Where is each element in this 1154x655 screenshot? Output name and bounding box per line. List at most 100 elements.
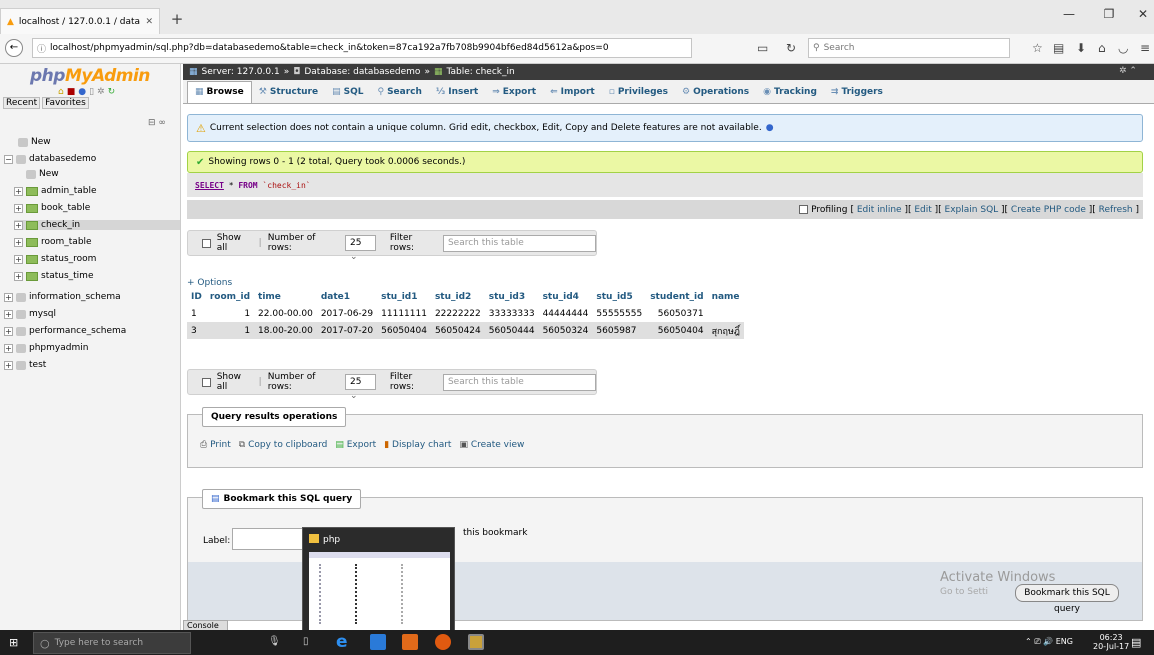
home-icon[interactable]: ⌂ [1098,41,1106,55]
export-link[interactable]: ▤ Export [335,440,376,450]
column-header-name[interactable]: name [708,288,744,305]
library-icon[interactable]: ▤ [1053,41,1064,55]
favorites-tab[interactable]: Favorites [42,97,89,109]
tab-triggers[interactable]: ⇉ Triggers [824,81,890,103]
breadcrumb-table[interactable]: Table: check_in [446,67,514,77]
tree-new-db[interactable]: New [18,137,51,147]
settings-gear-icon[interactable]: ✲ ⌃ [1119,66,1137,76]
home-icon[interactable]: ⌂ [58,87,64,97]
menu-icon[interactable]: ≡ [1140,41,1150,55]
tab-insert[interactable]: ⅓ Insert [429,81,485,103]
tree-db-information_schema[interactable]: + information_schema [4,292,121,302]
tree-db-performance_schema[interactable]: + performance_schema [4,326,126,336]
breadcrumb-database[interactable]: Database: databasedemo [304,67,420,77]
expand-icon[interactable]: + [14,237,23,247]
microphone-icon[interactable]: 🎙 [268,636,281,647]
options-link[interactable]: + Options [187,278,232,288]
browser-tab[interactable]: ▲ localhost / 127.0.0.1 / datab: ✕ [0,8,160,34]
minimize-button[interactable]: — [1052,4,1086,24]
expand-icon[interactable]: + [14,254,23,264]
rows-select[interactable]: 25 ⌄ [345,235,376,262]
collapse-icon[interactable]: − [4,154,13,164]
download-icon[interactable]: ⬇ [1076,41,1086,55]
settings-icon[interactable]: ✲ [97,87,105,97]
bookmark-star-icon[interactable]: ☆ [1032,41,1043,55]
taskbar-search[interactable]: ○ Type here to search [33,632,191,654]
tree-table-check_in[interactable]: + check_in [14,220,180,230]
tree-db-mysql[interactable]: + mysql [4,309,56,319]
column-header-stu_id1[interactable]: stu_id1 [377,288,431,305]
new-tab-button[interactable]: + [168,10,186,28]
print-link[interactable]: ⎙ Print [200,440,231,450]
tab-tracking[interactable]: ◉ Tracking [756,81,824,103]
volume-icon[interactable]: 🔊 [1043,637,1053,646]
reader-view-icon[interactable]: ▭ [757,41,768,55]
tree-table-admin_table[interactable]: + admin_table [14,186,97,196]
store-icon[interactable] [370,634,386,650]
profiling-link[interactable]: Edit inline [857,205,902,215]
expand-icon[interactable]: + [4,343,13,353]
phpmyadmin-logo[interactable]: phpMyAdmin [30,66,150,86]
tab-privileges[interactable]: ▫ Privileges [602,81,675,103]
expand-icon[interactable]: + [14,186,23,196]
sql-keyword-select[interactable]: SELECT [195,181,224,190]
tray-up-icon[interactable]: ⌃ [1025,637,1032,646]
tab-browse[interactable]: ▦ Browse [187,80,252,103]
tab-search[interactable]: ⚲ Search [370,81,428,103]
logout-icon[interactable]: ■ [67,87,76,97]
tree-table-book_table[interactable]: + book_table [14,203,90,213]
sql-keyword-from[interactable]: FROM [238,181,257,190]
bookmark-submit-button[interactable]: Bookmark this SQL query [1015,584,1119,614]
tab-operations[interactable]: ⚙ Operations [675,81,756,103]
column-header-ID[interactable]: ID [187,288,206,305]
taskbar-clock[interactable]: 06:23 20-Jul-17 [1093,633,1129,651]
info-icon[interactable]: ⓘ [37,42,46,55]
help-icon[interactable]: ● [766,123,774,133]
tab-export[interactable]: ⇒ Export [485,81,543,103]
tab-sql[interactable]: ▤ SQL [325,81,370,103]
profiling-link[interactable]: Edit [914,205,931,215]
chart-link[interactable]: ▮ Display chart [384,440,451,450]
expand-icon[interactable]: + [4,360,13,370]
bookmark-label-input[interactable] [232,528,312,550]
collapse-link-icon[interactable]: ⊟ ∞ [148,118,166,128]
notification-icon[interactable]: ▤ [1131,636,1141,649]
url-bar[interactable]: ⓘ localhost/phpmyadmin/sql.php?db=databa… [32,38,692,58]
close-tab-icon[interactable]: ✕ [145,17,153,27]
windows-start-icon[interactable]: ⊞ [9,636,18,649]
maximize-button[interactable]: ❐ [1092,4,1126,24]
tree-table-room_table[interactable]: + room_table [14,237,92,247]
recent-tab[interactable]: Recent [3,97,41,109]
back-icon[interactable]: ← [5,39,23,57]
breadcrumb-server[interactable]: Server: 127.0.0.1 [202,67,280,77]
tab-structure[interactable]: ⚒ Structure [252,81,325,103]
firefox-icon[interactable] [435,634,451,650]
task-view-icon[interactable]: ▯ [303,636,309,647]
xampp-icon[interactable] [402,634,418,650]
browser-search-input[interactable]: ⚲ Search [808,38,1010,58]
profiling-link[interactable]: Explain SQL [945,205,999,215]
pocket-icon[interactable]: ◡ [1118,41,1128,55]
tab-import[interactable]: ⇐ Import [543,81,602,103]
tree-db-phpmyadmin[interactable]: + phpmyadmin [4,343,88,353]
expand-icon[interactable]: + [4,292,13,302]
close-window-button[interactable]: ✕ [1126,4,1154,24]
edge-icon[interactable]: e [336,632,348,652]
file-explorer-icon[interactable] [468,634,484,650]
reload-navigation-icon[interactable]: ↻ [108,87,116,97]
copy-link[interactable]: ⧉ Copy to clipboard [239,440,328,450]
column-header-stu_id2[interactable]: stu_id2 [431,288,485,305]
expand-icon[interactable]: + [14,220,23,230]
tree-table-status_room[interactable]: + status_room [14,254,96,264]
tree-db-test[interactable]: + test [4,360,46,370]
column-header-room_id[interactable]: room_id [206,288,254,305]
tree-table-status_time[interactable]: + status_time [14,271,94,281]
expand-icon[interactable]: + [14,203,23,213]
help-icon[interactable]: ● [78,87,86,97]
column-header-time[interactable]: time [254,288,317,305]
profiling-link[interactable]: Refresh [1099,205,1133,215]
column-header-date1[interactable]: date1 [317,288,377,305]
column-header-student_id[interactable]: student_id [646,288,707,305]
docs-icon[interactable]: ▯ [89,87,94,97]
rows-select[interactable]: 25 ⌄ [345,374,376,401]
